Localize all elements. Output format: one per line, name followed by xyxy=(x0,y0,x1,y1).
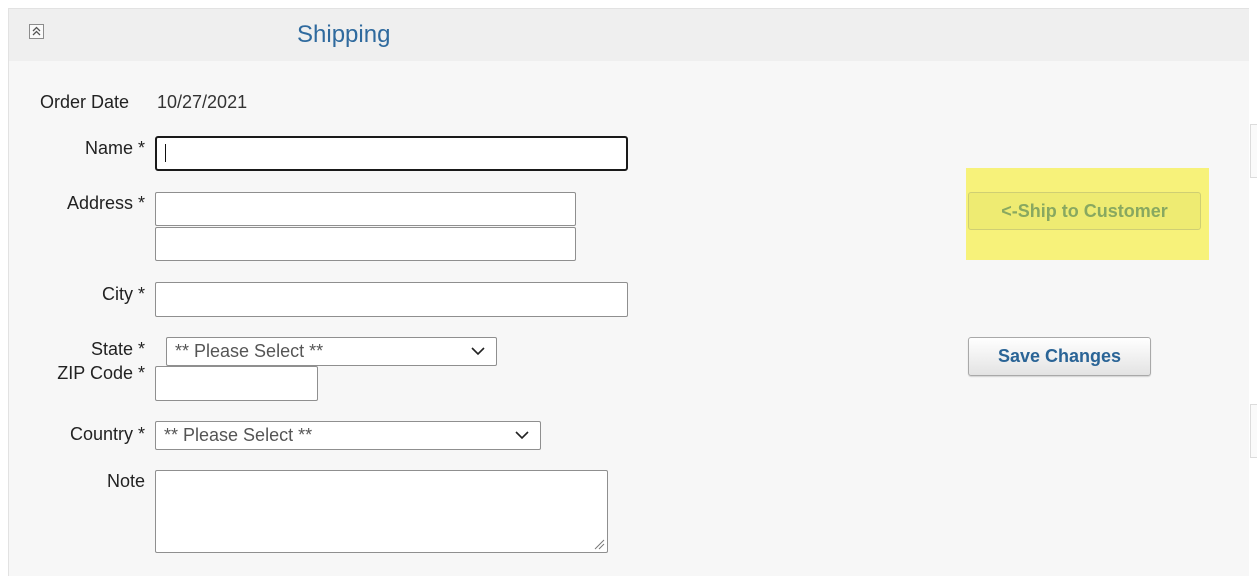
ship-to-customer-button[interactable]: <-Ship to Customer xyxy=(968,192,1201,230)
name-label: Name * xyxy=(84,138,145,158)
panel-header: Shipping xyxy=(9,9,1249,61)
name-input[interactable] xyxy=(155,136,628,171)
resize-grip-icon[interactable] xyxy=(593,538,605,550)
edge-tab xyxy=(1250,404,1257,458)
panel-title: Shipping xyxy=(297,21,391,48)
chevron-down-icon xyxy=(471,347,485,356)
text-caret xyxy=(165,144,166,162)
city-input[interactable] xyxy=(155,282,628,317)
zip-code-input[interactable] xyxy=(155,366,318,401)
country-select[interactable]: ** Please Select ** xyxy=(155,421,541,450)
edge-tab xyxy=(1250,124,1257,178)
chevron-down-icon xyxy=(515,431,529,440)
zip-code-label: ZIP Code * xyxy=(57,363,145,383)
double-chevron-up-icon xyxy=(32,26,41,36)
note-label: Note xyxy=(106,471,145,491)
order-date-value: 10/27/2021 xyxy=(157,92,248,112)
order-date-label: Order Date xyxy=(40,92,130,112)
note-textarea[interactable] xyxy=(155,470,608,553)
address-line1-input[interactable] xyxy=(155,192,576,226)
country-selected-value: ** Please Select ** xyxy=(164,425,313,445)
country-label: Country * xyxy=(69,424,145,444)
state-select[interactable]: ** Please Select ** xyxy=(166,337,497,366)
address-line2-input[interactable] xyxy=(155,227,576,261)
city-label: City * xyxy=(101,284,145,304)
state-selected-value: ** Please Select ** xyxy=(175,341,324,361)
save-changes-button[interactable]: Save Changes xyxy=(968,337,1151,376)
state-label: State * xyxy=(90,339,145,359)
address-label: Address * xyxy=(66,193,145,213)
collapse-button[interactable] xyxy=(29,24,44,39)
